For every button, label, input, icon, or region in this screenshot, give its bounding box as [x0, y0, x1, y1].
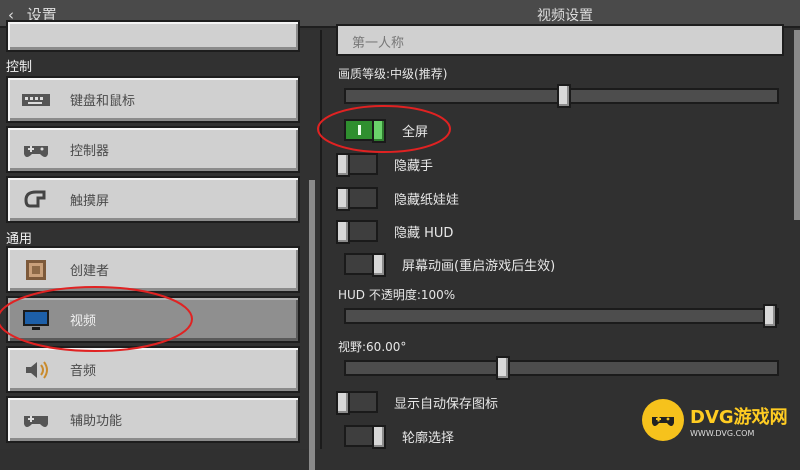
show-autosave-label: 显示自动保存图标	[394, 396, 499, 412]
screen-anim-label: 屏幕动画(重启游戏后生效)	[402, 258, 556, 274]
watermark-brand: DVG游戏网	[690, 406, 788, 428]
hud-opacity-slider[interactable]	[344, 304, 779, 328]
hide-paperdoll-toggle[interactable]	[336, 187, 378, 211]
sidebar-item-audio[interactable]: 音频	[6, 346, 300, 393]
sidebar-item-video[interactable]: 视频	[6, 296, 300, 343]
quality-label: 画质等级:中级(推荐)	[338, 67, 448, 81]
watermark-url: WWW.DVG.COM	[690, 428, 755, 438]
hud-opacity-slider-knob[interactable]	[763, 304, 777, 328]
outline-select-row: 轮廓选择	[336, 424, 455, 449]
controller-icon	[20, 138, 52, 162]
sidebar-item-keyboard-mouse[interactable]: 键盘和鼠标	[6, 76, 300, 123]
touch-icon	[20, 188, 52, 212]
hide-hud-row: 隐藏 HUD	[336, 219, 454, 244]
settings-scrollbar[interactable]	[794, 30, 800, 220]
sidebar-item-controller[interactable]: 控制器	[6, 126, 300, 173]
screen-anim-toggle[interactable]	[344, 253, 386, 277]
accessibility-controller-icon	[20, 408, 52, 432]
page-title: 视频设置	[537, 8, 593, 24]
sidebar-scrollbar[interactable]	[309, 180, 315, 470]
sidebar-item-label: 触摸屏	[70, 194, 110, 209]
section-controls: 控制	[6, 60, 33, 75]
sidebar-item-touch[interactable]: 触摸屏	[6, 176, 300, 223]
hide-hud-label: 隐藏 HUD	[394, 225, 454, 241]
quality-slider-knob[interactable]	[557, 84, 571, 108]
fov-slider[interactable]	[344, 356, 779, 380]
section-general: 通用	[6, 232, 33, 247]
hide-hud-toggle[interactable]	[336, 220, 378, 244]
camera-dropdown[interactable]: 第一人称	[336, 24, 784, 56]
sidebar-item-label: 视频	[70, 314, 97, 329]
sidebar-partial-button[interactable]	[6, 20, 300, 52]
sidebar-item-label: 辅助功能	[70, 414, 123, 429]
show-autosave-toggle[interactable]	[336, 391, 378, 415]
monitor-icon	[20, 308, 52, 332]
sidebar-item-label: 音频	[70, 364, 97, 379]
gamepad-logo-icon	[642, 399, 684, 441]
hide-hand-row: 隐藏手	[336, 152, 434, 177]
creator-icon	[20, 258, 52, 282]
hide-paperdoll-row: 隐藏纸娃娃	[336, 186, 460, 211]
fullscreen-toggle[interactable]	[344, 119, 386, 143]
speaker-icon	[20, 358, 52, 382]
fullscreen-label: 全屏	[402, 124, 429, 140]
hide-paperdoll-label: 隐藏纸娃娃	[394, 192, 460, 208]
hud-opacity-label: HUD 不透明度:100%	[338, 288, 456, 302]
keyboard-icon	[20, 88, 52, 112]
sidebar-item-accessibility[interactable]: 辅助功能	[6, 396, 300, 443]
fov-label: 视野:60.00°	[338, 340, 407, 354]
outline-select-label: 轮廓选择	[402, 430, 455, 446]
outline-select-toggle[interactable]	[344, 425, 386, 449]
sidebar-item-label: 控制器	[70, 144, 110, 159]
fullscreen-row: 全屏	[336, 118, 429, 143]
hide-hand-toggle[interactable]	[336, 153, 378, 177]
sidebar-item-label: 创建者	[70, 264, 110, 279]
sidebar: 控制 键盘和鼠标 控制器 触摸屏 通用 创建者 视频 音频 辅助功能	[0, 20, 322, 470]
sidebar-item-creator[interactable]: 创建者	[6, 246, 300, 293]
sidebar-item-label: 键盘和鼠标	[70, 94, 136, 109]
screen-anim-row: 屏幕动画(重启游戏后生效)	[336, 252, 556, 277]
fov-slider-knob[interactable]	[496, 356, 510, 380]
quality-slider[interactable]	[344, 84, 779, 108]
hide-hand-label: 隐藏手	[394, 158, 434, 174]
watermark-logo: DVG游戏网 WWW.DVG.COM	[642, 399, 792, 441]
show-autosave-row: 显示自动保存图标	[336, 390, 499, 415]
settings-panel: 第一人称 画质等级:中级(推荐) 全屏 隐藏手 隐藏纸娃娃 隐藏 HUD 屏幕动…	[324, 24, 800, 449]
